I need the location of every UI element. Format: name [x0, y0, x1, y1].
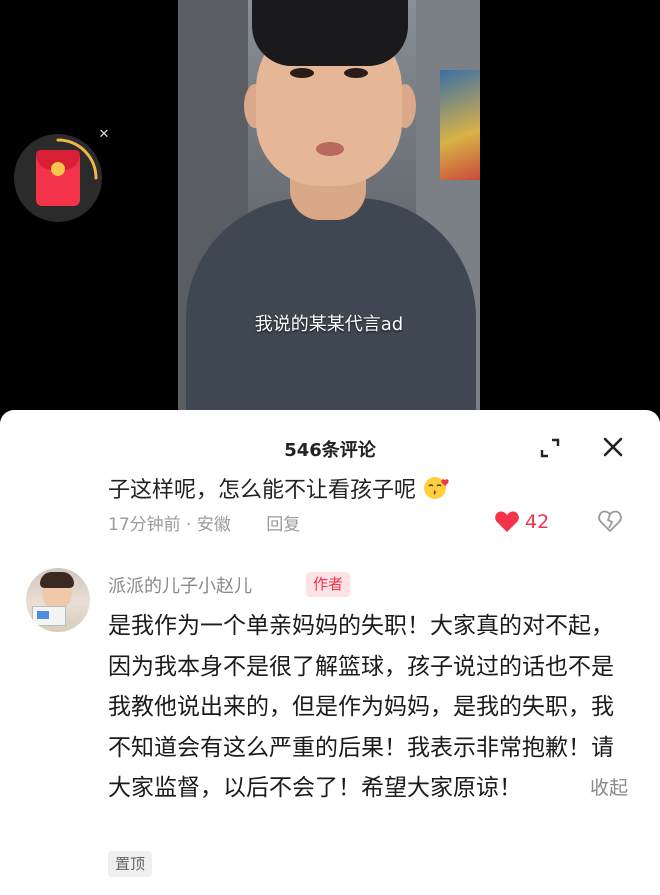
- like-button[interactable]: 42: [494, 510, 549, 534]
- red-envelope-icon: [36, 150, 80, 206]
- video-player[interactable]: 我说的某某代言ad ✕: [0, 0, 660, 412]
- reply-button[interactable]: 回复: [266, 515, 300, 535]
- previous-comment-text: 子这样呢，怎么能不让看孩子呢: [108, 472, 451, 504]
- heart-icon: [495, 511, 519, 532]
- pinned-badge: 置顶: [108, 851, 153, 877]
- comment-time: 17分钟前: [108, 515, 181, 535]
- broken-heart-icon[interactable]: [597, 508, 623, 534]
- close-icon[interactable]: [600, 434, 626, 460]
- comments-panel: 546条评论 子这样呢，怎么能不让看孩子呢 17分钟前 · 安徽 回复 42 派…: [0, 410, 660, 895]
- author-badge: 作者: [306, 572, 351, 597]
- author-comment-body: 是我作为一个单亲妈妈的失职！大家真的对不起，因为我本身不是很了解篮球，孩子说过的…: [108, 606, 628, 809]
- comment-location: 安徽: [196, 515, 231, 535]
- red-packet-close-icon[interactable]: ✕: [97, 128, 111, 142]
- author-comment-text: 是我作为一个单亲妈妈的失职！大家真的对不起，因为我本身不是很了解篮球，孩子说过的…: [108, 613, 614, 801]
- avatar[interactable]: [26, 568, 90, 632]
- kissing-face-icon: [424, 477, 449, 499]
- previous-comment-meta: 17分钟前 · 安徽 回复: [108, 515, 301, 535]
- video-frame: [178, 0, 480, 412]
- red-packet-widget[interactable]: [14, 134, 102, 222]
- expand-icon[interactable]: [538, 436, 562, 460]
- collapse-button[interactable]: 收起: [590, 768, 628, 809]
- like-count: 42: [525, 511, 550, 533]
- username[interactable]: 派派的儿子小赵儿: [108, 572, 252, 598]
- video-subtitle: 我说的某某代言ad: [254, 314, 404, 335]
